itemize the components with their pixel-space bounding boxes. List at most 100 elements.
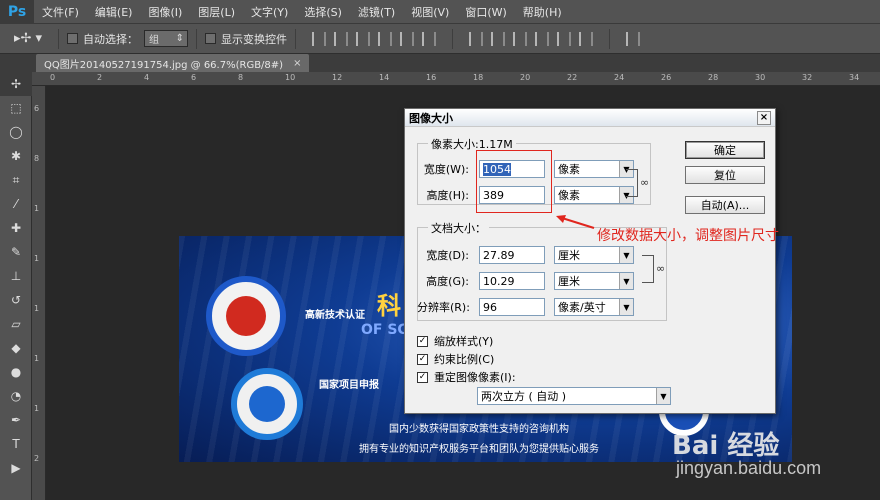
image-text-line: 拥有专业的知识产权服务平台和团队为您提供贴心服务 (359, 444, 599, 455)
pixel-width-label: 宽度(W): (423, 163, 469, 176)
pixel-height-unit-select[interactable]: 像素 ▼ (554, 186, 634, 204)
clone-stamp-tool-icon[interactable]: ⊥ (0, 264, 32, 288)
distribute-left-icon[interactable] (535, 31, 549, 46)
ruler-tick-label: 30 (755, 73, 766, 82)
distribute-hcenter-icon[interactable] (557, 31, 571, 46)
show-transform-checkbox[interactable]: 显示变换控件 (205, 31, 287, 47)
blur-tool-icon[interactable]: ● (0, 360, 32, 384)
annotation-text: 修改数据大小，调整图片尺寸 (597, 228, 779, 244)
ruler-tick-label: 2 (34, 454, 40, 463)
align-bottom-icon[interactable] (356, 31, 370, 46)
auto-select-label: 自动选择： (83, 32, 138, 46)
ruler-tick-label: 22 (567, 73, 578, 82)
menu-view[interactable]: 视图(V) (403, 4, 457, 20)
ruler-vertical: 6 8 1 1 1 1 1 2 (32, 86, 46, 500)
document-tab-title: QQ图片20140527191754.jpg @ 66.7%(RGB/8#) (44, 59, 284, 71)
history-brush-tool-icon[interactable]: ↺ (0, 288, 32, 312)
dialog-title: 图像大小 (409, 111, 453, 125)
pixel-height-label: 高度(H): (426, 189, 469, 202)
menu-filter[interactable]: 滤镜(T) (350, 4, 403, 20)
path-selection-tool-icon[interactable]: ▶ (0, 456, 32, 480)
resample-method-select[interactable]: 两次立方 ( 自动 ) ▼ (477, 387, 671, 405)
menu-image[interactable]: 图像(I) (140, 4, 190, 20)
lasso-tool-icon[interactable]: ◯ (0, 120, 32, 144)
dialog-titlebar[interactable]: 图像大小 × (405, 109, 775, 127)
menu-help[interactable]: 帮助(H) (515, 4, 570, 20)
magic-wand-tool-icon[interactable]: ✱ (0, 144, 32, 168)
project-badge (231, 368, 303, 440)
menu-window[interactable]: 窗口(W) (457, 4, 514, 20)
doc-height-input[interactable]: 10.29 (479, 272, 545, 290)
checkbox-checked-icon[interactable]: ✓ (417, 335, 428, 347)
move-tool-icon[interactable]: ✢ (0, 72, 32, 96)
checkbox-checked-icon[interactable]: ✓ (417, 371, 428, 383)
menu-type[interactable]: 文字(Y) (243, 4, 296, 20)
auto-select-checkbox[interactable]: 自动选择： (67, 31, 138, 47)
menu-select[interactable]: 选择(S) (296, 4, 350, 20)
distribute-right-icon[interactable] (579, 31, 593, 46)
constrain-bracket (626, 169, 638, 197)
checkbox-box[interactable] (205, 33, 216, 44)
doc-height-label: 高度(G): (426, 275, 469, 288)
image-title: 科 (377, 291, 401, 320)
ruler-tick-label: 12 (332, 73, 343, 82)
resolution-label: 分辨率(R): (417, 301, 470, 314)
eraser-tool-icon[interactable]: ▱ (0, 312, 32, 336)
menu-edit[interactable]: 编辑(E) (87, 4, 141, 20)
watermark-url: jingyan.baidu.com (676, 458, 822, 478)
align-vcenter-icon[interactable] (334, 31, 348, 46)
auto-align-layers-icon[interactable] (626, 31, 640, 46)
align-hcenter-icon[interactable] (400, 31, 414, 46)
auto-select-dropdown[interactable]: 组 ⇕ (144, 30, 188, 47)
doc-width-input[interactable]: 27.89 (479, 246, 545, 264)
chevron-down-icon: ▼ (656, 388, 670, 404)
eyedropper-tool-icon[interactable]: ⁄ (0, 192, 32, 216)
brush-tool-icon[interactable]: ✎ (0, 240, 32, 264)
resolution-unit-select[interactable]: 像素/英寸 ▼ (554, 298, 634, 316)
distribute-top-icon[interactable] (469, 31, 483, 46)
close-icon[interactable]: × (757, 110, 771, 125)
move-tool-preset-icon[interactable]: ▸✢ ▾ (14, 28, 50, 50)
ruler-tick-label: 1 (34, 304, 40, 313)
paint-bucket-tool-icon[interactable]: ◆ (0, 336, 32, 360)
healing-brush-tool-icon[interactable]: ✚ (0, 216, 32, 240)
align-left-icon[interactable] (378, 31, 392, 46)
document-tab[interactable]: QQ图片20140527191754.jpg @ 66.7%(RGB/8#) × (36, 54, 310, 72)
pixel-width-unit-select[interactable]: 像素 ▼ (554, 160, 634, 178)
close-icon[interactable]: × (293, 58, 301, 69)
align-right-icon[interactable] (422, 31, 436, 46)
doc-width-unit-select[interactable]: 厘米 ▼ (554, 246, 634, 264)
menu-layer[interactable]: 图层(L) (190, 4, 243, 20)
ruler-tick-label: 2 (97, 73, 103, 82)
doc-height-unit-select[interactable]: 厘米 ▼ (554, 272, 634, 290)
chain-link-icon: ∞ (656, 262, 666, 275)
reset-button[interactable]: 复位 (685, 166, 765, 184)
checkbox-checked-icon[interactable]: ✓ (417, 353, 428, 365)
auto-button[interactable]: 自动(A)... (685, 196, 765, 214)
auto-select-value: 组 (149, 35, 159, 46)
pen-tool-icon[interactable]: ✒ (0, 408, 32, 432)
type-tool-icon[interactable]: T (0, 432, 32, 456)
crop-tool-icon[interactable]: ⌗ (0, 168, 32, 192)
ruler-tick-label: 8 (34, 154, 40, 163)
checkbox-box[interactable] (67, 33, 78, 44)
constrain-proportions-checkbox[interactable]: ✓ 约束比例(C) (417, 351, 494, 367)
constrain-bracket (642, 255, 654, 283)
resolution-row: 分辨率(R): 96 像素/英寸 ▼ (417, 298, 634, 316)
ruler-tick-label: 4 (144, 73, 150, 82)
ruler-tick-label: 20 (520, 73, 531, 82)
dodge-tool-icon[interactable]: ◔ (0, 384, 32, 408)
ruler-tick-label: 0 (50, 73, 56, 82)
align-top-icon[interactable] (312, 31, 326, 46)
resolution-input[interactable]: 96 (479, 298, 545, 316)
distribute-bottom-icon[interactable] (513, 31, 527, 46)
resample-image-checkbox[interactable]: ✓ 重定图像像素(I): (417, 369, 516, 385)
marquee-tool-icon[interactable]: ⬚ (0, 96, 32, 120)
ruler-tick-label: 16 (426, 73, 437, 82)
menu-file[interactable]: 文件(F) (34, 4, 87, 20)
doc-height-unit: 厘米 (558, 275, 580, 288)
ok-button[interactable]: 确定 (685, 141, 765, 159)
distribute-vcenter-icon[interactable] (491, 31, 505, 46)
chevron-down-icon: ▼ (619, 299, 633, 315)
scale-styles-checkbox[interactable]: ✓ 缩放样式(Y) (417, 333, 493, 349)
